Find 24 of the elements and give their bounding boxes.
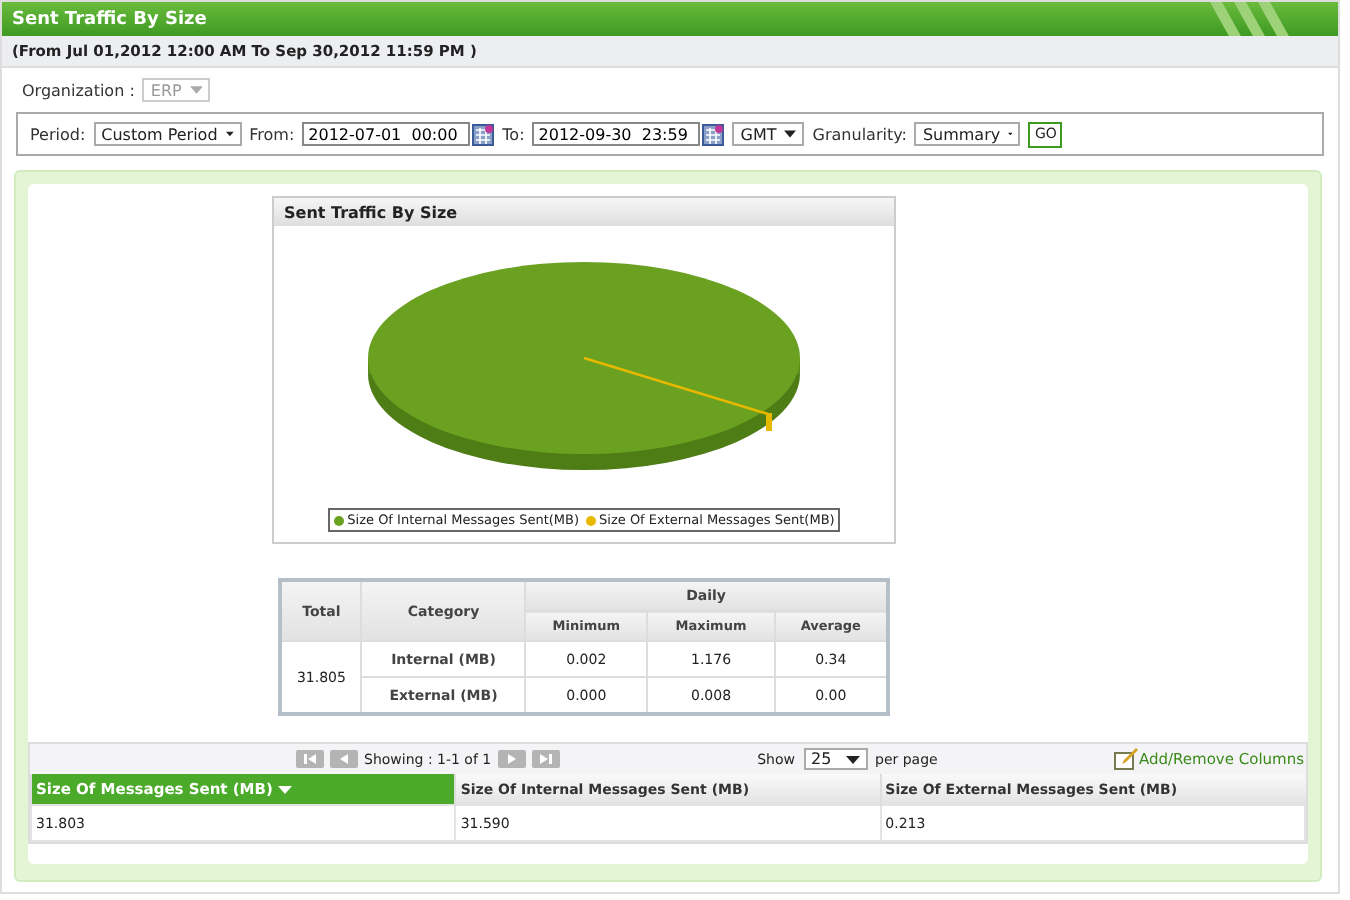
caret-icon xyxy=(784,130,797,138)
first-page-icon[interactable] xyxy=(296,750,324,768)
chart-title: Sent Traffic By Size xyxy=(284,203,458,221)
to-label: To: xyxy=(502,125,525,143)
last-page-icon[interactable] xyxy=(531,750,560,768)
period-dropdown[interactable]: Custom Period xyxy=(93,122,242,146)
window-title: Sent Traffic By Size xyxy=(12,9,207,29)
sort-icon[interactable] xyxy=(278,786,293,794)
to-date-field[interactable]: 2012-09-30 23:59 xyxy=(532,122,701,146)
caret-icon xyxy=(225,130,234,138)
from-date-field[interactable]: 2012-07-01 00:00 xyxy=(302,122,471,146)
caret-icon xyxy=(845,755,859,763)
organization-label: Organization : xyxy=(22,81,135,99)
timezone-dropdown[interactable]: GMT xyxy=(732,122,805,146)
period-label: Period: xyxy=(30,125,86,143)
next-page-icon[interactable] xyxy=(497,750,526,768)
from-label: From: xyxy=(249,125,295,143)
previous-page-icon[interactable] xyxy=(330,750,358,768)
granularity-dropdown[interactable]: Summary xyxy=(914,122,1021,146)
calendar-icon[interactable] xyxy=(702,123,725,145)
calendar-icon[interactable] xyxy=(472,123,495,145)
caret-icon xyxy=(189,86,203,94)
granularity-label: Granularity: xyxy=(812,125,907,143)
page-size-dropdown[interactable]: 25 xyxy=(803,748,867,770)
